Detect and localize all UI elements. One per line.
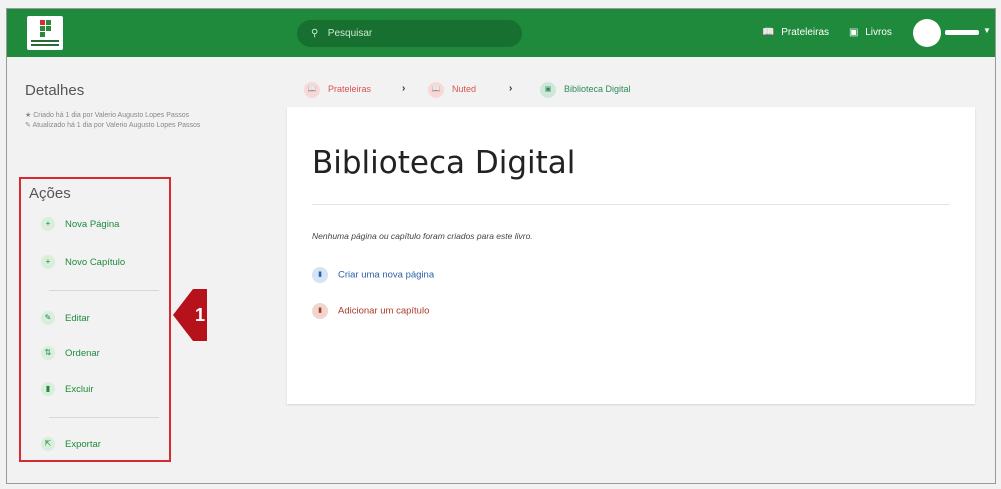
logo-wordmark: [31, 44, 59, 46]
details-heading: Detalhes: [25, 82, 85, 99]
book-icon: ▣: [540, 81, 556, 98]
edit-button[interactable]: ✎ Editar: [41, 311, 90, 327]
breadcrumb-item-nuted[interactable]: 📖 Nuted: [428, 79, 476, 99]
new-chapter-button[interactable]: + Novo Capítulo: [41, 255, 125, 271]
actions-divider: [49, 417, 159, 418]
sort-icon: ⇅: [41, 346, 55, 361]
page-title: Biblioteca Digital: [312, 145, 576, 181]
actions-divider: [49, 290, 159, 291]
title-divider: [312, 204, 950, 205]
empty-state-message: Nenhuma página ou capítulo foram criados…: [312, 231, 533, 241]
logo-green-square: [46, 20, 51, 25]
breadcrumb-item-shelves[interactable]: 📖 Prateleiras: [304, 79, 371, 99]
nav-shelves-link[interactable]: 📖 Prateleiras: [762, 9, 829, 57]
book-content-card: Biblioteca Digital Nenhuma página ou cap…: [287, 107, 975, 404]
shelves-icon: 📖: [304, 81, 320, 98]
chevron-right-icon: ›: [402, 83, 406, 94]
institution-logo[interactable]: [27, 16, 63, 50]
edit-icon: ✎: [41, 311, 55, 326]
nav-books-link[interactable]: ▣ Livros: [849, 9, 892, 57]
chapter-icon: ▮: [312, 303, 328, 319]
export-icon: ⇱: [41, 437, 55, 452]
logo-green-square: [40, 32, 45, 37]
search-placeholder: Pesquisar: [327, 28, 373, 39]
top-header: ⚲ Pesquisar 📖 Prateleiras ▣ Livros ▼: [7, 9, 995, 57]
search-input[interactable]: ⚲ Pesquisar: [297, 20, 522, 47]
delete-button[interactable]: ▮ Excluir: [41, 382, 94, 398]
star-icon: ★: [25, 112, 34, 119]
new-page-button[interactable]: + Nova Página: [41, 217, 119, 233]
left-sidebar: Detalhes ★ Criado há 1 dia por Valerio A…: [7, 57, 267, 483]
user-avatar[interactable]: [913, 19, 941, 47]
add-chapter-link[interactable]: ▮ Adicionar um capítulo: [312, 303, 429, 319]
shelf-icon: 📖: [428, 81, 444, 98]
user-name-redacted[interactable]: [945, 30, 979, 35]
app-frame: ⚲ Pesquisar 📖 Prateleiras ▣ Livros ▼ Det…: [6, 8, 996, 484]
callout-number: 1: [193, 289, 207, 341]
book-icon: ▣: [849, 27, 859, 38]
search-icon: ⚲: [311, 28, 319, 39]
chevron-down-icon[interactable]: ▼: [983, 26, 991, 35]
logo-wordmark: [31, 40, 59, 42]
page-icon: ▮: [312, 267, 328, 283]
breadcrumb-item-book[interactable]: ▣ Biblioteca Digital: [540, 79, 631, 99]
nav-shelves-label: Prateleiras: [781, 27, 830, 38]
export-button[interactable]: ⇱ Exportar: [41, 437, 101, 453]
trash-icon: ▮: [41, 382, 55, 397]
shelves-icon: 📖: [762, 27, 775, 38]
plus-icon: +: [41, 217, 55, 232]
plus-icon: +: [41, 255, 55, 270]
logo-green-square: [46, 26, 51, 31]
sort-button[interactable]: ⇅ Ordenar: [41, 346, 100, 362]
actions-heading: Ações: [29, 185, 71, 202]
logo-green-square: [40, 26, 45, 31]
actions-highlight-box: Ações + Nova Página + Novo Capítulo ✎ Edita…: [19, 177, 171, 462]
updated-info: ✎ Atualizado há 1 dia por Valerio August…: [25, 122, 201, 129]
nav-books-label: Livros: [865, 27, 892, 38]
created-info: ★ Criado há 1 dia por Valerio Augusto Lo…: [25, 112, 190, 119]
chevron-right-icon: ›: [509, 83, 513, 94]
logo-red-square: [40, 20, 45, 25]
create-page-link[interactable]: ▮ Criar uma nova página: [312, 267, 434, 283]
callout-arrow: [173, 289, 193, 341]
